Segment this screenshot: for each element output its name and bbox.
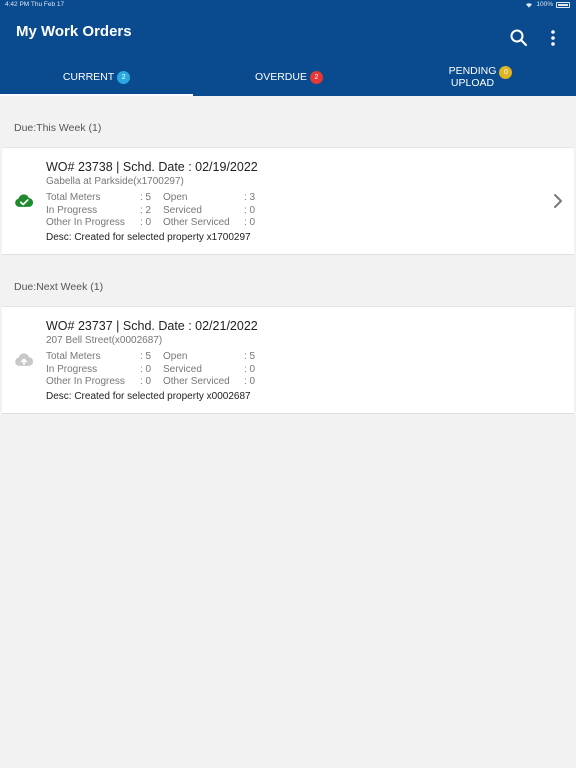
work-order-property: 207 Bell Street(x0002687) <box>46 335 163 346</box>
work-order-card[interactable]: WO# 23738 | Schd. Date : 02/19/2022 Gabe… <box>2 147 574 255</box>
work-order-card[interactable]: WO# 23737 | Schd. Date : 02/21/2022 207 … <box>2 306 574 414</box>
battery-percent: 100% <box>536 1 553 8</box>
stat-label: In Progress <box>46 204 98 216</box>
tab-pending-label: PENDING UPLOAD <box>449 65 497 89</box>
stat-label: Total Meters <box>46 351 101 362</box>
tab-pending-upload[interactable]: PENDING UPLOAD 0 <box>385 58 576 96</box>
tab-pending-label-line1: PENDING <box>448 65 497 77</box>
stat-value: : 5 <box>140 351 152 362</box>
status-time: 4:42 PM Thu Feb 17 <box>5 1 65 8</box>
stat-value: : 5 <box>244 351 256 362</box>
tab-pending-label-line2: UPLOAD <box>450 77 495 89</box>
stat-label: Other Serviced <box>163 217 230 228</box>
app-bar: My Work Orders CURRENT 2 OVERDUE 2 PENDI… <box>0 10 576 96</box>
stat-label: Other In Progress <box>46 217 125 228</box>
stat-value: : 0 <box>140 363 152 375</box>
active-tab-indicator <box>0 94 193 96</box>
stat-value: : 0 <box>244 376 256 387</box>
chevron-right-icon[interactable] <box>552 193 564 209</box>
stat-value: : 0 <box>244 204 256 216</box>
work-order-title: WO# 23737 | Schd. Date : 02/21/2022 <box>46 319 258 333</box>
stat-label: Other In Progress <box>46 376 125 387</box>
cloud-upload-icon <box>15 353 34 366</box>
stat-value: : 3 <box>244 192 256 203</box>
stat-row: Other In Progress : 0 Other Serviced : 0 <box>46 376 346 389</box>
tab-pending-badge: 0 <box>499 65 513 79</box>
work-order-desc: Desc: Created for selected property x170… <box>46 232 251 243</box>
section-title-next-week: Due:Next Week (1) <box>14 281 104 293</box>
more-options-icon[interactable] <box>546 28 560 48</box>
work-order-stats: Total Meters : 5 Open : 3 In Progress : … <box>46 192 346 230</box>
stat-row: Other In Progress : 0 Other Serviced : 0 <box>46 217 346 230</box>
tab-current[interactable]: CURRENT 2 <box>0 58 193 96</box>
tab-current-label: CURRENT <box>62 71 115 83</box>
status-indicators: 100% <box>525 0 570 10</box>
stat-label: Total Meters <box>46 192 101 203</box>
stat-value: : 0 <box>244 217 256 228</box>
stat-row: Total Meters : 5 Open : 5 <box>46 351 346 364</box>
stat-value: : 0 <box>140 217 152 228</box>
tab-overdue-badge: 2 <box>309 70 323 84</box>
stat-label: Serviced <box>163 204 202 216</box>
wifi-icon <box>526 3 533 8</box>
page-title: My Work Orders <box>16 23 132 40</box>
work-order-stats: Total Meters : 5 Open : 5 In Progress : … <box>46 351 346 389</box>
stat-row: Total Meters : 5 Open : 3 <box>46 192 346 205</box>
tab-current-badge: 2 <box>117 70 131 84</box>
stat-label: Open <box>163 192 188 203</box>
work-order-property: Gabella at Parkside(x1700297) <box>46 176 184 187</box>
stat-row: In Progress : 0 Serviced : 0 <box>46 364 346 377</box>
cloud-check-icon <box>15 194 34 207</box>
stat-value: : 5 <box>140 192 152 203</box>
tab-overdue[interactable]: OVERDUE 2 <box>193 58 385 96</box>
work-order-desc: Desc: Created for selected property x000… <box>46 391 251 402</box>
stat-value: : 0 <box>244 363 256 375</box>
work-order-title: WO# 23738 | Schd. Date : 02/19/2022 <box>46 160 258 174</box>
stat-label: Serviced <box>163 363 202 375</box>
tab-overdue-label: OVERDUE <box>255 71 307 83</box>
stat-label: Other Serviced <box>163 376 230 387</box>
stat-label: In Progress <box>46 363 98 375</box>
battery-icon <box>556 2 570 8</box>
stat-label: Open <box>163 351 188 362</box>
stat-value: : 2 <box>140 204 152 216</box>
search-icon[interactable] <box>509 28 529 48</box>
stat-row: In Progress : 2 Serviced : 0 <box>46 205 346 218</box>
status-bar: 4:42 PM Thu Feb 17 100% <box>0 0 576 10</box>
stat-value: : 0 <box>140 376 152 387</box>
section-title-this-week: Due:This Week (1) <box>14 122 102 134</box>
